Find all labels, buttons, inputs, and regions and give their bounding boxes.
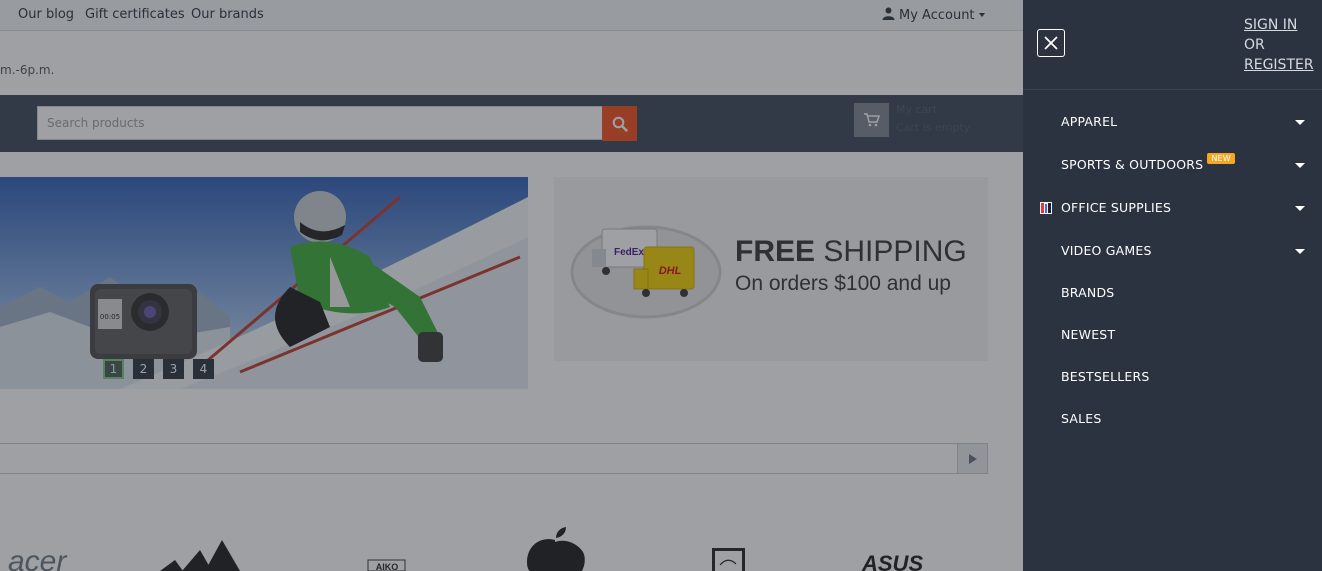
menu-item-newest[interactable]: NEWEST <box>1023 314 1322 356</box>
register-link[interactable]: REGISTER <box>1244 55 1314 75</box>
menu-item-sports-outdoors[interactable]: SPORTS & OUTDOORS NEW <box>1023 144 1322 186</box>
menu-item-label: SPORTS & OUTDOORS <box>1061 157 1204 172</box>
menu-item-apparel[interactable]: APPAREL <box>1023 101 1322 143</box>
chevron-down-icon[interactable] <box>1295 163 1305 168</box>
side-menu-panel: SIGN IN OR REGISTER APPAREL SPORTS & OUT… <box>1023 0 1322 571</box>
auth-links: SIGN IN OR REGISTER <box>1244 15 1314 75</box>
menu-item-label: NEWEST <box>1061 327 1116 342</box>
chevron-down-icon[interactable] <box>1295 249 1305 254</box>
new-badge: NEW <box>1207 153 1235 164</box>
menu-item-label: SALES <box>1061 411 1102 426</box>
or-text: OR <box>1244 37 1265 53</box>
menu-item-label-wrap: SPORTS & OUTDOORS NEW <box>1061 144 1235 186</box>
close-menu-button[interactable] <box>1037 29 1065 57</box>
chevron-down-icon[interactable] <box>1295 120 1305 125</box>
menu-item-video-games[interactable]: VIDEO GAMES <box>1023 230 1322 272</box>
close-icon <box>1044 36 1058 50</box>
menu-item-bestsellers[interactable]: BESTSELLERS <box>1023 356 1322 398</box>
menu-item-label: APPAREL <box>1061 114 1118 129</box>
menu-item-label: BRANDS <box>1061 285 1115 300</box>
menu-item-office-supplies[interactable]: OFFICE SUPPLIES <box>1023 187 1322 229</box>
menu-item-label: VIDEO GAMES <box>1061 243 1152 258</box>
menu-item-sales[interactable]: SALES <box>1023 398 1322 440</box>
chevron-down-icon[interactable] <box>1295 206 1305 211</box>
menu-divider <box>1023 89 1322 90</box>
menu-item-label: OFFICE SUPPLIES <box>1061 200 1172 215</box>
office-supplies-icon <box>1040 202 1052 214</box>
sign-in-link[interactable]: SIGN IN <box>1244 15 1314 35</box>
menu-item-brands[interactable]: BRANDS <box>1023 272 1322 314</box>
menu-item-label: BESTSELLERS <box>1061 369 1150 384</box>
